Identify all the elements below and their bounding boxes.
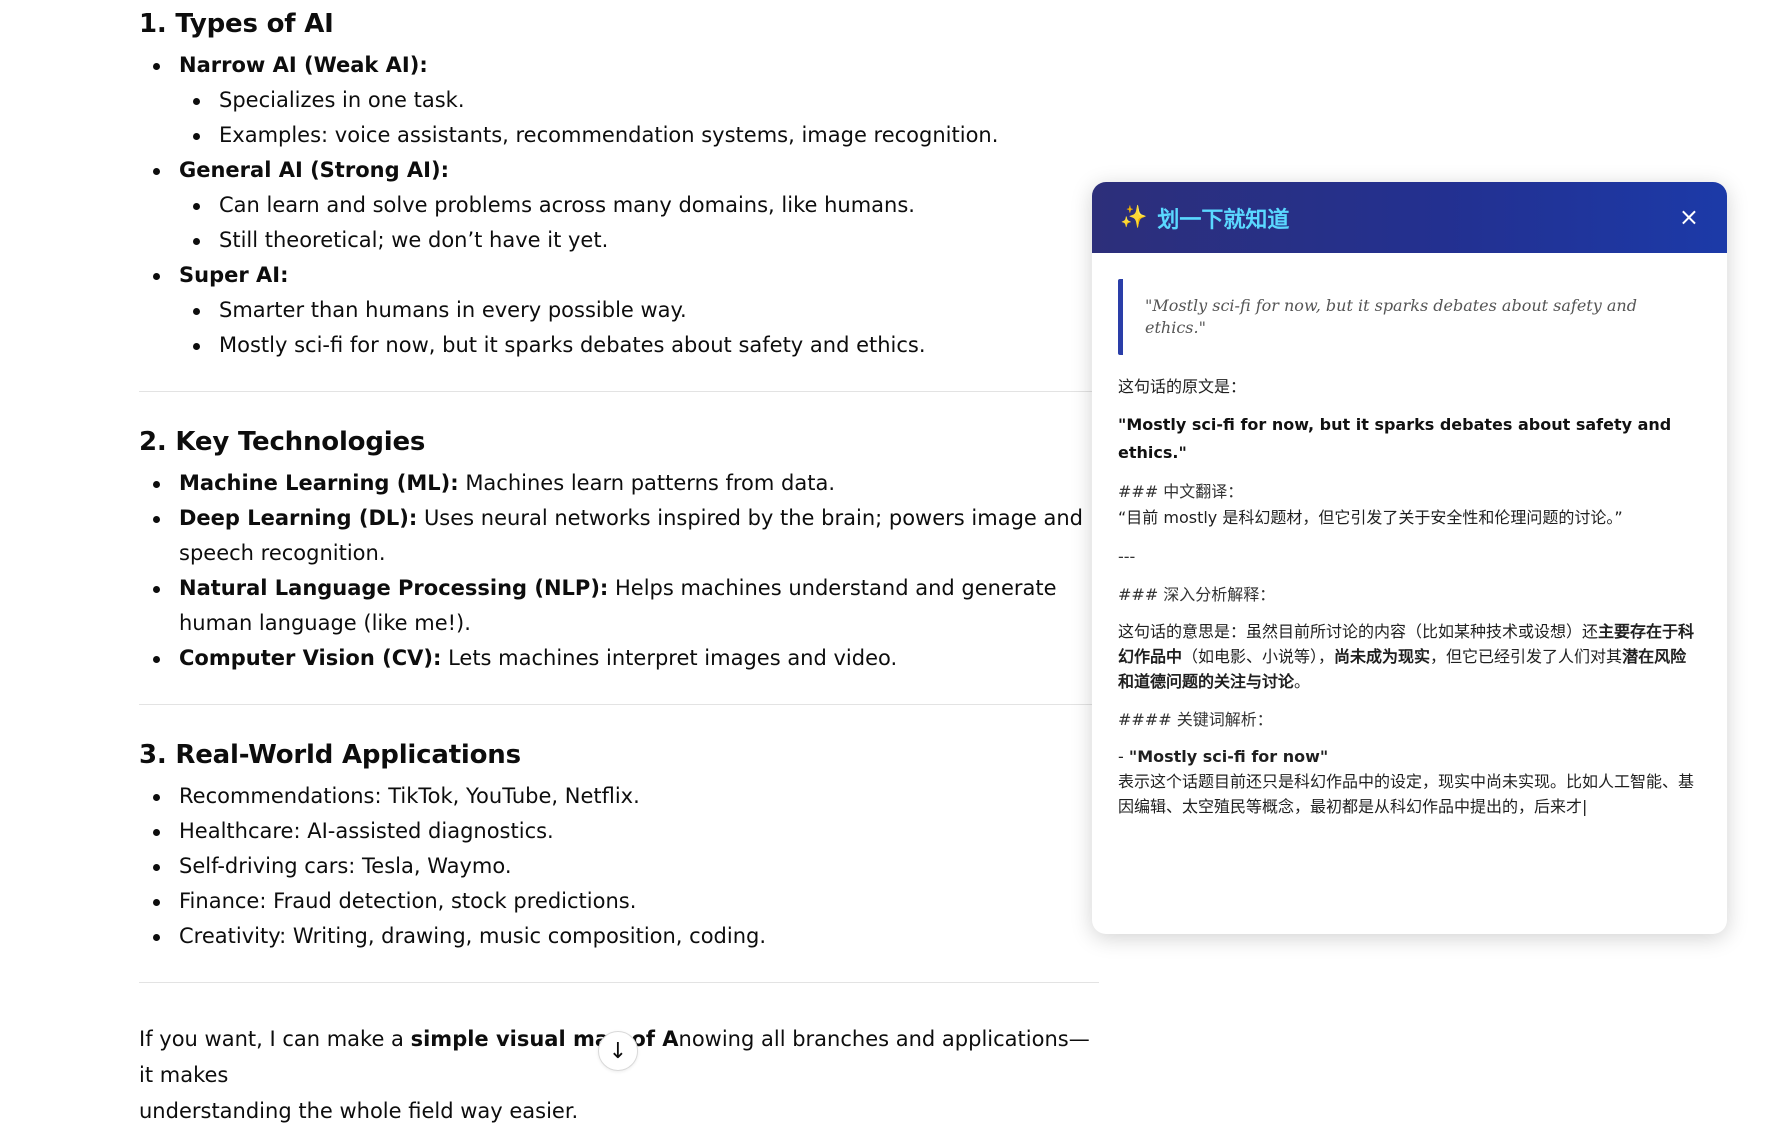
analysis-text: 这句话的意思是：虽然目前所讨论的内容（比如某种技术或设想）还主要存在于科幻作品中… [1118,619,1701,694]
list-item: Natural Language Processing (NLP): Helps… [139,571,1099,641]
sparkles-icon: ✨ [1120,205,1148,230]
arrow-down-icon: ↓ [608,1038,628,1064]
keyword-dash: - [1118,747,1129,766]
keyword-heading: #### 关键词解析： [1118,710,1273,729]
translation-popup: ✨ 划一下就知道 × "Mostly sci-fi for now, but i… [1092,182,1727,934]
analysis-heading: ### 深入分析解释： [1118,585,1276,604]
list-item: Still theoretical; we don’t have it yet. [179,223,1099,258]
list-item: Specializes in one task. [179,83,1099,118]
item-label: Deep Learning (DL): [179,506,418,530]
analysis-bold: 尚未成为现实 [1334,647,1431,666]
translation-heading: ### 中文翻译： [1118,482,1244,501]
list-item: Examples: voice assistants, recommendati… [179,118,1099,153]
list-item: Computer Vision (CV): Lets machines inte… [139,641,1099,676]
selected-quote: "Mostly sci-fi for now, but it sparks de… [1118,279,1701,355]
apps-list: Recommendations: TikTok, YouTube, Netfli… [139,779,1099,954]
list-item: Healthcare: AI-assisted diagnostics. [139,814,1099,849]
item-label: Super AI: [179,263,289,287]
popup-title: 划一下就知道 [1157,207,1290,233]
closing-bold: simple visual map of A [410,1027,679,1051]
divider [139,391,1099,392]
translation-block: ### 中文翻译： “目前 mostly 是科幻题材，但它引发了关于安全性和伦理… [1118,479,1701,531]
item-label: Natural Language Processing (NLP): [179,576,609,600]
list-item: Smarter than humans in every possible wa… [179,293,1099,328]
item-text: Machines learn patterns from data. [458,471,836,495]
keyword-block: - "Mostly sci-fi for now" 表示这个话题目前还只是科幻作… [1118,744,1701,819]
popup-header: ✨ 划一下就知道 × [1092,182,1727,253]
closing-line2: understanding the whole field way easier… [139,1099,579,1123]
closing-pre: If you want, I can make a [139,1027,411,1051]
types-list: Narrow AI (Weak AI): Specializes in one … [139,48,1099,363]
list-item: Super AI: Smarter than humans in every p… [139,258,1099,363]
separator: --- [1118,547,1136,566]
analysis-part: 这句话的意思是：虽然目前所讨论的内容（比如某种技术或设想）还 [1118,622,1599,641]
list-item: Mostly sci-fi for now, but it sparks deb… [179,328,1099,363]
scroll-down-button[interactable]: ↓ [598,1031,638,1071]
analysis-part: ，但它已经引发了人们对其 [1430,647,1623,666]
popup-body: "Mostly sci-fi for now, but it sparks de… [1092,253,1727,819]
list-item: Recommendations: TikTok, YouTube, Netfli… [139,779,1099,814]
divider [139,982,1099,983]
analysis-part: （如电影、小说等）， [1182,647,1335,666]
item-label: Narrow AI (Weak AI): [179,53,428,77]
list-item: Self-driving cars: Tesla, Waymo. [139,849,1099,884]
tech-list: Machine Learning (ML): Machines learn pa… [139,466,1099,676]
item-label: Computer Vision (CV): [179,646,442,670]
list-item: Machine Learning (ML): Machines learn pa… [139,466,1099,501]
list-item: Can learn and solve problems across many… [179,188,1099,223]
divider [139,704,1099,705]
section-title-tech: 2. Key Technologies [139,427,426,457]
close-button[interactable]: × [1679,202,1699,232]
analysis-part: 。 [1294,672,1311,691]
list-item: Narrow AI (Weak AI): Specializes in one … [139,48,1099,153]
translation-text: “目前 mostly 是科幻题材，但它引发了关于安全性和伦理问题的讨论。” [1118,508,1623,527]
item-text: Lets machines interpret images and video… [441,646,898,670]
list-item: General AI (Strong AI): Can learn and so… [139,153,1099,258]
item-label: General AI (Strong AI): [179,158,449,182]
item-label: Machine Learning (ML): [179,471,459,495]
section-title-apps: 3. Real-World Applications [139,740,521,770]
list-item: Deep Learning (DL): Uses neural networks… [139,501,1099,571]
list-item: Creativity: Writing, drawing, music comp… [139,919,1099,954]
orig-label: 这句话的原文是： [1118,377,1247,396]
keyword-term: "Mostly sci-fi for now" [1128,747,1329,766]
section-title-types: 1. Types of AI [139,9,334,39]
keyword-text: 表示这个话题目前还只是科幻作品中的设定，现实中尚未实现。比如人工智能、基因编辑、… [1118,772,1695,816]
chat-article: 1. Types of AI Narrow AI (Weak AI): Spec… [139,0,1099,1129]
list-item: Finance: Fraud detection, stock predicti… [139,884,1099,919]
orig-text: "Mostly sci-fi for now, but it sparks de… [1118,415,1672,462]
